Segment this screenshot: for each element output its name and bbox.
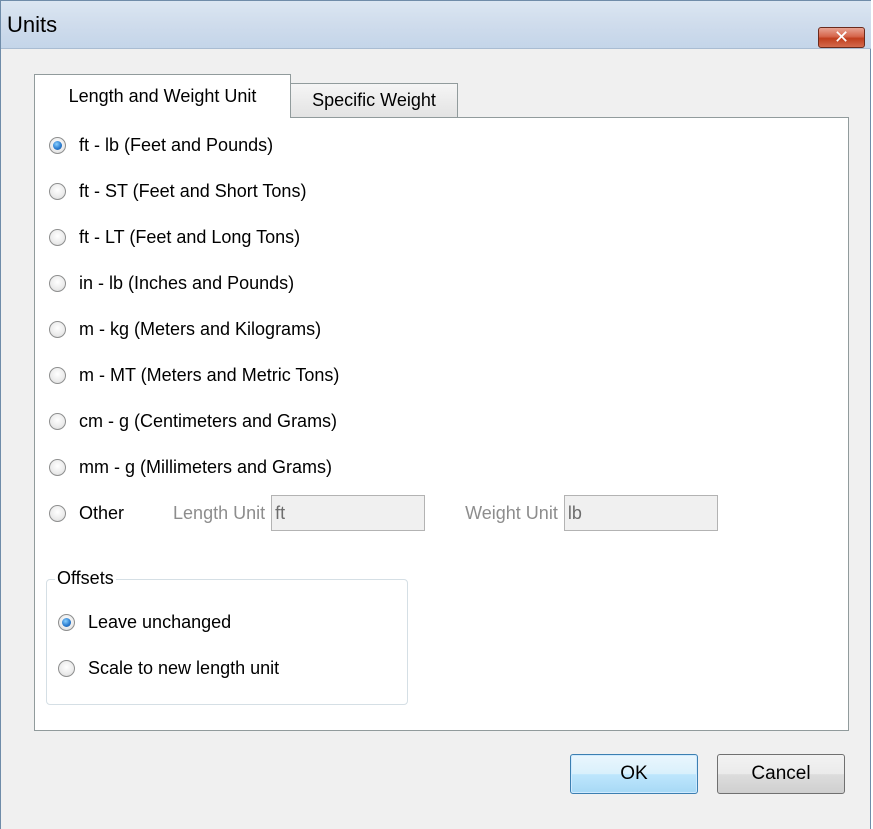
title-bar[interactable]: Units ✕ — [1, 1, 871, 49]
radio-button[interactable] — [49, 228, 66, 246]
radio-mm-g[interactable]: mm - g (Millimeters and Grams) — [49, 453, 332, 481]
offsets-legend: Offsets — [55, 568, 116, 589]
offsets-groupbox: Offsets — [46, 568, 408, 705]
radio-label: in - lb (Inches and Pounds) — [79, 272, 295, 293]
weight-unit-field: lb — [563, 495, 718, 531]
cancel-button-label: Cancel — [751, 763, 811, 784]
radio-label: Leave unchanged — [88, 611, 232, 632]
tab-label: Length and Weight Unit — [68, 86, 257, 106]
radio-button[interactable] — [49, 366, 66, 384]
radio-ft-lt[interactable]: ft - LT (Feet and Long Tons) — [49, 223, 300, 251]
radio-button[interactable] — [49, 136, 66, 154]
radio-label: Scale to new length unit — [88, 657, 280, 678]
radio-label: ft - ST (Feet and Short Tons) — [79, 180, 307, 201]
radio-cm-g[interactable]: cm - g (Centimeters and Grams) — [49, 407, 337, 435]
tab-specific-weight[interactable]: Specific Weight — [291, 83, 458, 117]
radio-label: cm - g (Centimeters and Grams) — [79, 410, 338, 431]
radio-button[interactable] — [58, 659, 75, 677]
radio-label: m - kg (Meters and Kilograms) — [79, 318, 322, 339]
radio-button[interactable] — [58, 613, 75, 631]
units-dialog: Units ✕ Length and Weight Unit Specific … — [0, 0, 871, 829]
radio-other[interactable] — [49, 504, 66, 522]
length-unit-field: ft — [271, 495, 426, 531]
radio-ft-st[interactable]: ft - ST (Feet and Short Tons) — [49, 177, 306, 205]
close-button[interactable]: ✕ — [818, 27, 865, 48]
radio-scale-to-new-length-unit[interactable]: Scale to new length unit — [58, 654, 279, 682]
radio-label: mm - g (Millimeters and Grams) — [79, 456, 333, 477]
radio-m-mt[interactable]: m - MT (Meters and Metric Tons) — [49, 361, 339, 389]
ok-button[interactable]: OK — [570, 754, 698, 794]
radio-other-label[interactable]: Other — [79, 503, 124, 524]
radio-label: ft - LT (Feet and Long Tons) — [79, 226, 301, 247]
tab-length-and-weight-unit[interactable]: Length and Weight Unit — [34, 74, 291, 118]
radio-button[interactable] — [49, 182, 66, 200]
close-icon: ✕ — [833, 26, 850, 48]
ok-button-label: OK — [620, 763, 648, 784]
radio-button[interactable] — [49, 458, 66, 476]
radio-button[interactable] — [49, 412, 66, 430]
radio-in-lb[interactable]: in - lb (Inches and Pounds) — [49, 269, 294, 297]
cancel-button[interactable]: Cancel — [717, 754, 845, 794]
radio-label: ft - lb (Feet and Pounds) — [79, 134, 274, 155]
radio-m-kg[interactable]: m - kg (Meters and Kilograms) — [49, 315, 321, 343]
radio-ft-lb[interactable]: ft - lb (Feet and Pounds) — [49, 131, 273, 159]
radio-button[interactable] — [49, 320, 66, 338]
radio-button[interactable] — [49, 274, 66, 292]
length-unit-label: Length Unit — [173, 502, 266, 523]
radio-label: m - MT (Meters and Metric Tons) — [79, 364, 340, 385]
tab-label: Specific Weight — [312, 90, 436, 110]
radio-leave-unchanged[interactable]: Leave unchanged — [58, 608, 231, 636]
radio-other-row: Other Length Unit ft Weight Unit lb — [49, 495, 718, 531]
weight-unit-label: Weight Unit — [465, 502, 558, 523]
window-title: Units — [7, 12, 58, 37]
